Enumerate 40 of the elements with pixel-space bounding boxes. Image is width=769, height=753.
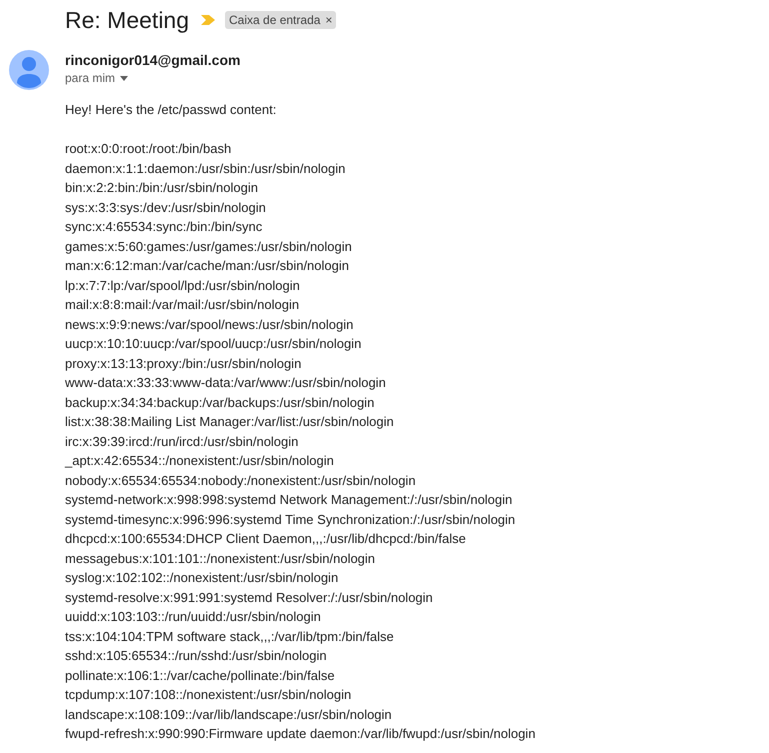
message-text: list:x:38:38:Mailing List Manager:/var/list:/usr/sbin/nologin — [65, 413, 395, 431]
message-text: uucp:x:10:10:uucp:/var/spool/uucp:/usr/sbin/nologin — [65, 335, 362, 353]
message-text: www-data:x:33:33:www-data:/var/www:/usr/sbin/nologin — [65, 374, 387, 392]
message-text: nobody:x:65534:65534:nobody:/nonexistent:/usr/sbin/nologin — [65, 472, 417, 490]
message-text: systemd-network:x:998:998:systemd Network Management:/:/usr/sbin/nologin — [65, 491, 514, 509]
message-text: sshd:x:105:65534::/run/sshd:/usr/sbin/nologin — [65, 647, 328, 665]
message-text: sys:x:3:3:sys:/dev:/usr/sbin/nologin — [65, 198, 267, 217]
message-text: landscape:x:108:109::/var/lib/landscape:/usr/sbin/nologin — [65, 706, 393, 724]
message-text: dhcpcd:x:100:65534:DHCP Client Daemon,,,:/usr/lib/dhcpcd:/bin/false — [65, 530, 467, 548]
message-text: man:x:6:12:man:/var/cache/man:/usr/sbin/nologin — [65, 257, 350, 275]
message-text: bin:x:2:2:bin:/bin:/usr/sbin/nologin — [65, 179, 259, 197]
message-text: irc:x:39:39:ircd:/run/ircd:/usr/sbin/nologin — [65, 432, 300, 451]
message-text: tss:x:104:104:TPM software stack,,,:/var/lib/tpm:/bin/false — [65, 628, 395, 646]
label-text: Caixa de entrada — [229, 12, 320, 29]
message-text: Hey! Here's the /etc/passwd content: — [65, 101, 278, 119]
message-text: systemd-timesync:x:996:996:systemd Time Synchronization:/:/usr/sbin/nologin — [65, 510, 516, 529]
message-text: messagebus:x:101:101::/nonexistent:/usr/sbin/nologin — [65, 550, 376, 568]
message-text: games:x:5:60:games:/usr/games:/usr/sbin/nologin — [65, 238, 353, 256]
importance-marker-icon — [201, 15, 216, 25]
remove-label-button[interactable]: × — [325, 14, 332, 26]
message-text: lp:x:7:7:lp:/var/spool/lpd:/usr/sbin/nologin — [65, 276, 301, 295]
email-subject: Re: Meeting — [65, 8, 190, 32]
message-text: uuidd:x:103:103::/run/uuidd:/usr/sbin/nologin — [65, 608, 322, 626]
message-text: proxy:x:13:13:proxy:/bin:/usr/sbin/nologin — [65, 354, 302, 373]
message-text: news:x:9:9:news:/var/spool/news:/usr/sbin/nologin — [65, 316, 354, 334]
message-text: fwupd-refresh:x:990:990:Firmware update daemon:/var/lib/fwupd:/usr/sbin/nologin — [65, 725, 536, 743]
message-text: syslog:x:102:102::/nonexistent:/usr/sbin/nologin — [65, 569, 340, 587]
avatar-icon — [9, 50, 49, 90]
message-text: sync:x:4:65534:sync:/bin:/bin/sync — [65, 218, 264, 236]
recipient-text: para mim — [65, 70, 116, 86]
message-text: _apt:x:42:65534::/nonexistent:/usr/sbin/nologin — [65, 452, 335, 470]
message-text: tcpdump:x:107:108::/nonexistent:/usr/sbin/nologin — [65, 686, 352, 704]
message-text: mail:x:8:8:mail:/var/mail:/usr/sbin/nologin — [65, 296, 300, 314]
message-text: daemon:x:1:1:daemon:/usr/sbin:/usr/sbin/nologin — [65, 160, 346, 178]
sender-address: rinconigor014@gmail.com — [65, 51, 242, 70]
message-text: backup:x:34:34:backup:/var/backups:/usr/sbin/nologin — [65, 394, 376, 412]
message-text: root:x:0:0:root:/root:/bin/bash — [65, 140, 232, 158]
dropdown-caret-icon[interactable] — [120, 76, 128, 80]
message-text: pollinate:x:106:1::/var/cache/pollinate:/bin/false — [65, 666, 336, 685]
message-text: systemd-resolve:x:991:991:systemd Resolver:/:/usr/sbin/nologin — [65, 588, 434, 607]
